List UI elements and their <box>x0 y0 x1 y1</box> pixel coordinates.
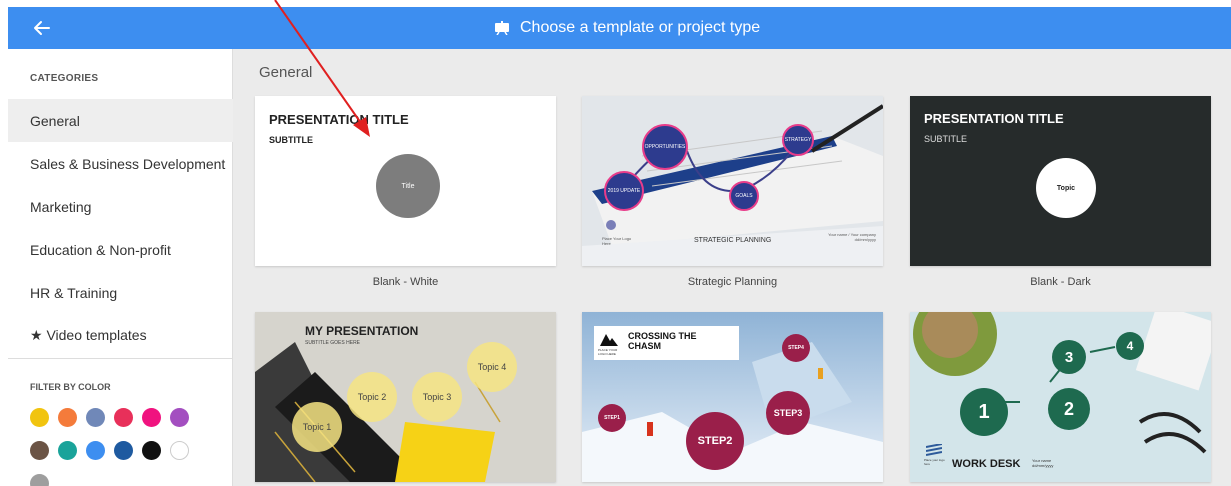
color-swatch-brown[interactable] <box>30 441 49 460</box>
topic-bubble-3: Topic 3 <box>412 372 462 422</box>
categories-header: CATEGORIES <box>30 73 99 84</box>
logo-placeholder: Place your logo here <box>924 458 945 466</box>
template-title-text: WORK DESK <box>952 458 1021 470</box>
step-bubble-1: STEP1 <box>598 404 626 432</box>
step-bubble-2: STEP2 <box>686 412 744 470</box>
number-label: 2 <box>1063 398 1074 419</box>
template-gallery: General PRESENTATION TITLE SUBTITLE Titl… <box>233 49 1231 486</box>
template-title-text: PRESENTATION TITLE <box>269 112 409 127</box>
top-bar: Choose a template or project type <box>8 7 1231 49</box>
template-subtitle-text: SUBTITLE GOES HERE <box>305 340 361 346</box>
step-bubble-4: STEP4 <box>782 334 810 362</box>
template-label[interactable]: Blank - Dark <box>910 276 1211 288</box>
category-label: Education & Non-profit <box>30 241 171 258</box>
section-title: General <box>259 64 313 81</box>
topic-bubble-2: Topic 2 <box>347 372 397 422</box>
color-swatch-slate-blue[interactable] <box>86 408 105 427</box>
template-card-work-desk[interactable]: 1 2 3 4 Place your logo here WORK DESK Y… <box>910 312 1211 482</box>
category-label: Sales & Business Development <box>30 155 226 172</box>
template-card-my-presentation[interactable]: MY PRESENTATION SUBTITLE GOES HERE Topic… <box>255 312 556 482</box>
category-sales-business[interactable]: Sales & Business Development <box>8 142 233 185</box>
template-card-strategic-planning[interactable]: OPPORTUNITIES STRATEGY 2019 UPDATE GOALS… <box>582 96 883 266</box>
title-box: PLACE YOUR LOGO HERE CROSSING THE CHASM <box>594 326 739 360</box>
topic-bubble-1: Topic 1 <box>292 402 342 452</box>
template-footer-text: STRATEGIC PLANNING <box>694 237 772 244</box>
step-label: STEP2 <box>697 435 733 447</box>
topic-label: Topic 2 <box>357 392 387 402</box>
category-hr-training[interactable]: HR & Training <box>8 271 233 314</box>
number-label: 3 <box>1064 348 1074 366</box>
sidebar-divider <box>8 358 233 359</box>
back-button[interactable] <box>30 16 54 40</box>
category-sidebar: CATEGORIES General Sales & Business Deve… <box>8 49 233 486</box>
logo-placeholder: PLACE YOUR LOGO HERE <box>598 348 618 356</box>
bubble-label: STRATEGY <box>784 137 812 143</box>
bubble-goals: GOALS <box>729 181 759 211</box>
number-label: 4 <box>1126 339 1134 353</box>
template-subtitle-text: SUBTITLE <box>924 134 968 144</box>
template-title-text: CROSSING THE CHASM <box>628 331 697 351</box>
template-card-blank-dark[interactable]: PRESENTATION TITLE SUBTITLE Topic <box>910 96 1211 266</box>
color-swatch-teal[interactable] <box>58 441 77 460</box>
step-label: STEP4 <box>788 345 804 351</box>
topic-label: Topic 1 <box>302 422 332 432</box>
mountain-logo-icon <box>600 334 618 346</box>
color-swatch-purple[interactable] <box>170 408 189 427</box>
number-bubble-4: 4 <box>1116 332 1144 360</box>
color-swatch-black[interactable] <box>142 441 161 460</box>
step-label: STEP3 <box>773 408 803 418</box>
category-education[interactable]: Education & Non-profit <box>8 228 233 271</box>
circle-label: Title <box>401 182 415 190</box>
template-card-blank-white[interactable]: PRESENTATION TITLE SUBTITLE Title <box>255 96 556 266</box>
logo-icon <box>926 444 942 456</box>
template-card-crossing-the-chasm[interactable]: PLACE YOUR LOGO HERE CROSSING THE CHASM … <box>582 312 883 482</box>
color-swatch-orange[interactable] <box>58 408 77 427</box>
circle-label: Topic <box>1056 184 1076 192</box>
color-swatch-pink[interactable] <box>142 408 161 427</box>
template-title-text: PRESENTATION TITLE <box>924 111 1064 126</box>
color-swatch-yellow[interactable] <box>30 408 49 427</box>
template-meta-text: Your name dd/mm/yyyy <box>1032 458 1054 468</box>
bubble-opportunities: OPPORTUNITIES <box>642 124 688 170</box>
number-label: 1 <box>978 400 990 423</box>
color-swatch-red[interactable] <box>114 408 133 427</box>
bubble-strategy: STRATEGY <box>782 124 814 156</box>
template-subtitle-text: SUBTITLE <box>269 135 313 145</box>
category-video-templates[interactable]: ★ Video templates <box>8 314 233 357</box>
color-swatch-dark-blue[interactable] <box>114 441 133 460</box>
color-swatch-blue[interactable] <box>86 441 105 460</box>
step-bubble-3: STEP3 <box>766 391 810 435</box>
number-bubble-3: 3 <box>1052 340 1086 374</box>
page-title: Choose a template or project type <box>520 19 761 36</box>
header-title-group: Choose a template or project type <box>494 7 760 49</box>
category-label: HR & Training <box>30 284 118 301</box>
topic-bubble-4: Topic 4 <box>467 342 517 392</box>
template-meta-text: Your name / Your company dd/mm/yyyy <box>828 232 876 242</box>
filter-by-color-header: FILTER BY COLOR <box>30 382 111 392</box>
color-swatch-gray[interactable] <box>30 474 49 486</box>
category-label: ★ Video templates <box>30 327 147 343</box>
number-bubble-2: 2 <box>1048 388 1090 430</box>
template-label[interactable]: Strategic Planning <box>582 276 883 288</box>
category-marketing[interactable]: Marketing <box>8 185 233 228</box>
number-bubble-1: 1 <box>960 388 1008 436</box>
bubble-label: OPPORTUNITIES <box>644 144 686 150</box>
template-label[interactable]: Blank - White <box>255 276 556 288</box>
bubble-label: GOALS <box>735 193 753 199</box>
logo-placeholder: Place Your Logo Here <box>602 236 632 246</box>
category-general[interactable]: General <box>8 99 233 142</box>
bubble-2019-update: 2019 UPDATE <box>604 171 644 211</box>
topic-label: Topic 3 <box>422 392 452 402</box>
category-label: Marketing <box>30 198 92 215</box>
presentation-board-icon <box>495 21 509 35</box>
step-label: STEP1 <box>604 415 620 421</box>
template-title-text: MY PRESENTATION <box>305 324 419 338</box>
template-center-circle: Title <box>376 154 440 218</box>
topic-label: Topic 4 <box>477 362 507 372</box>
category-label: General <box>30 112 80 129</box>
color-swatch-white[interactable] <box>170 441 189 460</box>
bubble-label: 2019 UPDATE <box>607 188 641 194</box>
template-center-circle: Topic <box>1036 158 1096 218</box>
arrow-left-icon <box>34 21 50 35</box>
